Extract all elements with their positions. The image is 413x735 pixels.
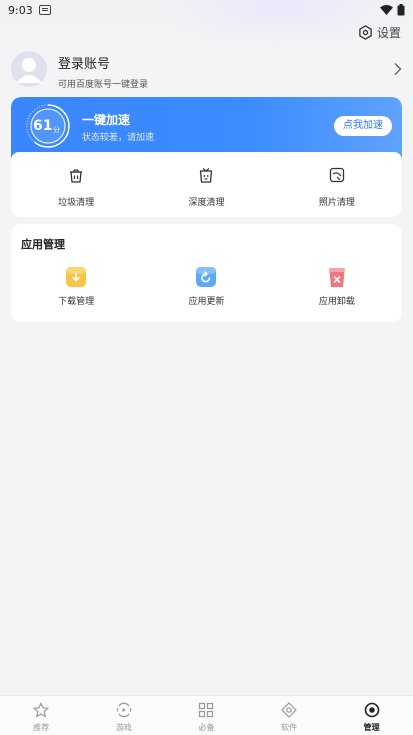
tab-games[interactable]: 游戏 xyxy=(83,696,166,735)
tab-essentials[interactable]: 必备 xyxy=(165,696,248,735)
tab-manage[interactable]: 管理 xyxy=(330,696,413,735)
tab-label: 管理 xyxy=(363,723,380,732)
app-management-card: 应用管理 下载管理 应用更新 应用卸载 xyxy=(11,224,402,322)
status-bar: 9:03 xyxy=(0,0,413,20)
app-tool-label: 应用更新 xyxy=(188,297,225,307)
tab-label: 推荐 xyxy=(33,723,50,732)
bottom-tab-bar: 推荐 游戏 必备 软件 管理 xyxy=(0,695,413,735)
update-icon xyxy=(196,267,217,287)
settings-label: 设置 xyxy=(376,26,401,40)
chevron-right-icon xyxy=(394,63,402,75)
manage-icon xyxy=(364,702,379,718)
boost-button[interactable]: 点我加速 xyxy=(334,116,392,136)
app-tool-download[interactable]: 下载管理 xyxy=(11,266,141,316)
wifi-icon xyxy=(380,5,393,15)
score-value: 61 xyxy=(33,118,53,134)
app-tool-uninstall[interactable]: 应用卸载 xyxy=(272,266,402,316)
tab-software[interactable]: 软件 xyxy=(248,696,331,735)
battery-icon xyxy=(397,4,405,16)
notification-icon xyxy=(38,5,51,15)
tab-label: 游戏 xyxy=(115,723,132,732)
app-tool-label: 应用卸载 xyxy=(318,297,355,307)
status-time: 9:03 xyxy=(8,3,33,17)
download-icon xyxy=(66,267,87,287)
avatar xyxy=(11,51,47,87)
boost-subtitle: 状态较差，请加速 xyxy=(82,133,155,143)
account-name: 登录账号 xyxy=(58,57,111,72)
photo-icon xyxy=(329,167,344,183)
tool-deep-clean[interactable]: 深度清理 xyxy=(141,167,271,217)
deep-clean-icon xyxy=(200,168,213,183)
boost-banner: 61 分 一键加速 状态较差，请加速 点我加速 xyxy=(11,97,402,160)
boost-card: 61 分 一键加速 状态较差，请加速 点我加速 垃圾清理 深度清理 照片清理 xyxy=(11,97,402,217)
status-icons xyxy=(380,4,405,16)
trash-icon xyxy=(70,169,83,183)
game-icon xyxy=(116,702,132,718)
tab-label: 必备 xyxy=(198,723,215,732)
gear-icon xyxy=(359,25,372,40)
boost-title: 一键加速 xyxy=(82,113,131,127)
user-icon xyxy=(11,51,47,87)
tab-label: 软件 xyxy=(281,723,298,732)
clean-tools: 垃圾清理 深度清理 照片清理 xyxy=(11,167,402,217)
tool-label: 垃圾清理 xyxy=(58,198,95,208)
tool-trash-clean[interactable]: 垃圾清理 xyxy=(11,167,141,217)
software-icon xyxy=(281,702,297,718)
app-tools: 下载管理 应用更新 应用卸载 xyxy=(11,266,402,316)
score-unit: 分 xyxy=(53,126,60,134)
app-management-title: 应用管理 xyxy=(21,238,65,251)
uninstall-icon xyxy=(328,268,345,287)
account-subtitle: 可用百度账号一键登录 xyxy=(58,80,149,90)
grid-icon xyxy=(199,702,214,718)
tool-label: 深度清理 xyxy=(188,198,225,208)
tool-label: 照片清理 xyxy=(318,198,355,208)
tool-photo-clean[interactable]: 照片清理 xyxy=(272,167,402,217)
account-row[interactable]: 登录账号 可用百度账号一键登录 xyxy=(10,50,403,90)
app-tool-update[interactable]: 应用更新 xyxy=(141,266,271,316)
settings-button[interactable]: 设置 xyxy=(358,24,401,41)
tab-recommend[interactable]: 推荐 xyxy=(0,696,83,735)
star-icon xyxy=(33,702,49,718)
app-tool-label: 下载管理 xyxy=(58,297,95,307)
